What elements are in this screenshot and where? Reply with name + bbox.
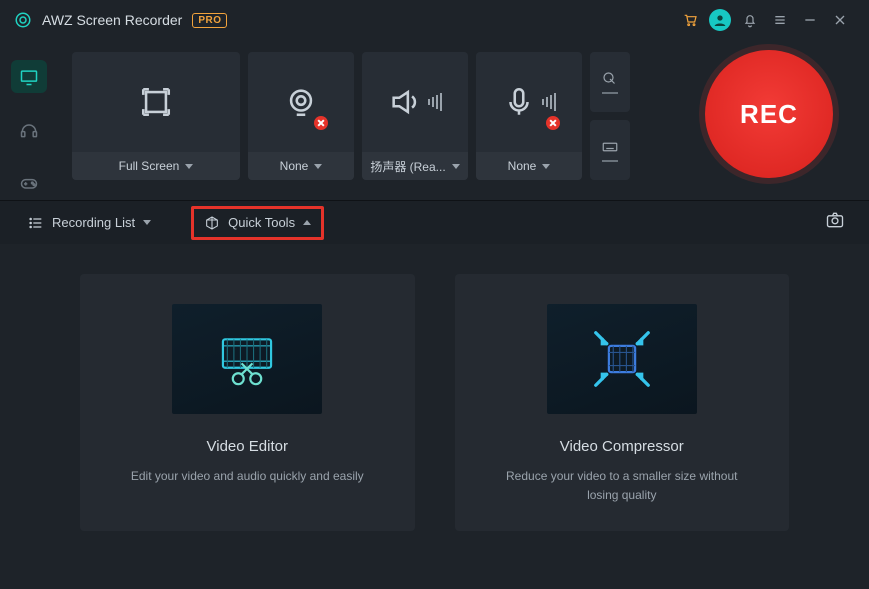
speaker-select-label: 扬声器 (Rea... (370, 158, 445, 175)
speaker-select[interactable]: 扬声器 (Rea... (362, 152, 468, 180)
tile-mic[interactable]: None (476, 52, 582, 180)
recording-list-button[interactable]: Recording List (18, 209, 161, 237)
mini-keyboard[interactable] (590, 120, 630, 180)
mic-select-label: None (508, 159, 537, 173)
tile-region[interactable]: Full Screen (72, 52, 240, 180)
region-select[interactable]: Full Screen (72, 152, 240, 180)
close-icon[interactable] (825, 5, 855, 35)
capture-row: Full Screen None (0, 40, 869, 200)
minimize-icon[interactable] (795, 5, 825, 35)
bell-icon[interactable] (735, 5, 765, 35)
video-editor-icon (172, 304, 322, 414)
mic-disabled-icon (546, 116, 560, 130)
rec-wrap: REC (705, 40, 869, 200)
webcam-icon (248, 52, 354, 152)
app-title: AWZ Screen Recorder (42, 12, 182, 28)
sub-toolbar: Recording List Quick Tools (0, 200, 869, 244)
app-window: AWZ Screen Recorder PRO (0, 0, 869, 589)
mini-cursor[interactable] (590, 52, 630, 112)
mic-select[interactable]: None (476, 152, 582, 180)
webcam-select[interactable]: None (248, 152, 354, 180)
mic-icon (476, 52, 582, 152)
screenshot-icon[interactable] (825, 210, 845, 235)
tile-speaker[interactable]: 扬声器 (Rea... (362, 52, 468, 180)
recording-list-label: Recording List (52, 215, 135, 230)
cart-icon[interactable] (675, 5, 705, 35)
card-compressor-title: Video Compressor (560, 438, 684, 455)
menu-icon[interactable] (765, 5, 795, 35)
record-label: REC (740, 99, 798, 130)
region-select-label: Full Screen (119, 159, 180, 173)
webcam-disabled-icon (314, 116, 328, 130)
quick-tools-button[interactable]: Quick Tools (191, 206, 324, 240)
tools-grid: Video Editor Edit your video and audio q… (0, 244, 869, 561)
card-video-compressor[interactable]: Video Compressor Reduce your video to a … (455, 274, 790, 531)
user-avatar[interactable] (705, 5, 735, 35)
mode-audio[interactable] (11, 113, 47, 146)
titlebar: AWZ Screen Recorder PRO (0, 0, 869, 40)
mode-sidebar (0, 40, 58, 200)
speaker-icon (362, 52, 468, 152)
mode-game[interactable] (11, 167, 47, 200)
region-icon (72, 52, 240, 152)
mini-tiles (590, 52, 630, 180)
card-editor-title: Video Editor (207, 438, 288, 455)
video-compressor-icon (547, 304, 697, 414)
capture-tiles: Full Screen None (58, 40, 705, 200)
record-button[interactable]: REC (705, 50, 833, 178)
webcam-select-label: None (280, 159, 309, 173)
mode-screen[interactable] (11, 60, 47, 93)
card-video-editor[interactable]: Video Editor Edit your video and audio q… (80, 274, 415, 531)
tile-webcam[interactable]: None (248, 52, 354, 180)
pro-badge: PRO (192, 13, 227, 28)
card-editor-desc: Edit your video and audio quickly and ea… (131, 467, 364, 486)
card-compressor-desc: Reduce your video to a smaller size with… (492, 467, 752, 505)
quick-tools-label: Quick Tools (228, 215, 295, 230)
app-logo-icon (14, 11, 32, 29)
